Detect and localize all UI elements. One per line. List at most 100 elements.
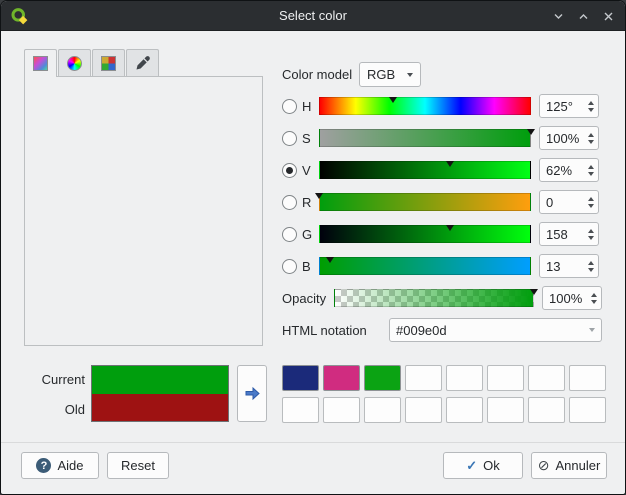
- html-notation-label: HTML notation: [282, 323, 389, 338]
- color-wheel-icon: [67, 56, 82, 71]
- saturation-value: 100%: [540, 131, 584, 146]
- blue-label: B: [302, 259, 314, 274]
- tab-color-sampler[interactable]: [126, 49, 159, 76]
- red-radio[interactable]: [282, 195, 297, 210]
- swatch-cell[interactable]: [282, 365, 319, 391]
- tab-color-box[interactable]: [24, 49, 57, 77]
- html-notation-input[interactable]: [396, 323, 589, 338]
- tab-color-wheel[interactable]: [58, 49, 91, 76]
- spin-up-icon[interactable]: [588, 197, 594, 201]
- green-handle[interactable]: [446, 225, 454, 231]
- swatch-cell[interactable]: [405, 397, 442, 423]
- swatch-cell[interactable]: [323, 365, 360, 391]
- color-model-dropdown[interactable]: RGB: [359, 62, 421, 87]
- titlebar: Select color: [1, 1, 625, 31]
- swatch-cell[interactable]: [446, 365, 483, 391]
- swatch-cell[interactable]: [487, 365, 524, 391]
- swatch-cell[interactable]: [569, 397, 606, 423]
- spin-up-icon[interactable]: [588, 133, 594, 137]
- swatch-cell[interactable]: [528, 365, 565, 391]
- footer-separator: [1, 442, 625, 443]
- spin-down-icon[interactable]: [591, 300, 597, 304]
- saturation-slider[interactable]: [319, 129, 531, 147]
- color-swatches-icon: [101, 56, 116, 71]
- reset-button[interactable]: Reset: [107, 452, 169, 479]
- spin-down-icon[interactable]: [588, 204, 594, 208]
- hue-slider[interactable]: [319, 97, 531, 115]
- spin-down-icon[interactable]: [588, 236, 594, 240]
- window-title: Select color: [1, 1, 625, 31]
- help-button-label: Aide: [57, 458, 83, 473]
- red-spinbox[interactable]: 0: [539, 190, 599, 214]
- maximize-icon[interactable]: [576, 9, 590, 23]
- help-button[interactable]: ? Aide: [21, 452, 99, 479]
- opacity-handle[interactable]: [530, 289, 538, 295]
- cancel-button[interactable]: ⊘ Annuler: [531, 452, 607, 479]
- hue-handle[interactable]: [389, 97, 397, 103]
- saturation-spinbox[interactable]: 100%: [539, 126, 599, 150]
- hue-label: H: [302, 99, 314, 114]
- opacity-label: Opacity: [282, 291, 326, 306]
- red-slider[interactable]: [319, 193, 531, 211]
- value-spinbox[interactable]: 62%: [539, 158, 599, 182]
- saturation-handle[interactable]: [527, 129, 535, 135]
- red-handle[interactable]: [315, 193, 323, 199]
- spin-up-icon[interactable]: [588, 165, 594, 169]
- red-label: R: [302, 195, 314, 210]
- value-radio[interactable]: [282, 163, 297, 178]
- green-spinbox[interactable]: 158: [539, 222, 599, 246]
- swatch-cell[interactable]: [487, 397, 524, 423]
- blue-radio[interactable]: [282, 259, 297, 274]
- add-to-swatches-button[interactable]: [237, 365, 267, 422]
- red-track: [319, 193, 531, 211]
- swatch-cell[interactable]: [364, 397, 401, 423]
- hue-radio[interactable]: [282, 99, 297, 114]
- spin-down-icon[interactable]: [588, 268, 594, 272]
- check-icon: ✓: [466, 458, 477, 474]
- close-icon[interactable]: [601, 9, 615, 23]
- blue-handle[interactable]: [326, 257, 334, 263]
- swatch-cell[interactable]: [323, 397, 360, 423]
- green-radio[interactable]: [282, 227, 297, 242]
- channel-row-h: H 125°: [282, 94, 602, 118]
- saturation-radio[interactable]: [282, 131, 297, 146]
- tab-color-swatches[interactable]: [92, 49, 125, 76]
- spin-arrows: [587, 287, 601, 309]
- spin-up-icon[interactable]: [591, 293, 597, 297]
- swatch-cell[interactable]: [282, 397, 319, 423]
- swatch-cell[interactable]: [405, 365, 442, 391]
- value-handle[interactable]: [446, 161, 454, 167]
- ok-button[interactable]: ✓ Ok: [443, 452, 523, 479]
- opacity-spinbox[interactable]: 100%: [542, 286, 602, 310]
- color-controls: Color model RGB H 125° S: [282, 62, 602, 350]
- html-menu-icon[interactable]: [589, 328, 595, 332]
- blue-slider[interactable]: [319, 257, 531, 275]
- blue-spinbox[interactable]: 13: [539, 254, 599, 278]
- hue-spinbox[interactable]: 125°: [539, 94, 599, 118]
- html-notation-field[interactable]: [389, 318, 602, 342]
- help-icon: ?: [36, 458, 51, 473]
- spin-up-icon[interactable]: [588, 229, 594, 233]
- spin-down-icon[interactable]: [588, 108, 594, 112]
- swatch-cell[interactable]: [364, 365, 401, 391]
- cancel-button-label: Annuler: [555, 458, 600, 473]
- value-value: 62%: [540, 163, 584, 178]
- spin-down-icon[interactable]: [588, 172, 594, 176]
- old-color-swatch: [92, 394, 228, 422]
- value-slider[interactable]: [319, 161, 531, 179]
- roll-down-icon[interactable]: [551, 9, 565, 23]
- spin-up-icon[interactable]: [588, 261, 594, 265]
- color-sampler-icon: [135, 55, 151, 71]
- channel-row-v: V 62%: [282, 158, 602, 182]
- color-model-value: RGB: [367, 67, 395, 82]
- swatch-cell[interactable]: [528, 397, 565, 423]
- spin-down-icon[interactable]: [588, 140, 594, 144]
- swatch-cell[interactable]: [569, 365, 606, 391]
- green-track: [319, 225, 531, 243]
- opacity-slider[interactable]: [334, 289, 534, 307]
- green-slider[interactable]: [319, 225, 531, 243]
- channel-row-b: B 13: [282, 254, 602, 278]
- swatch-cell[interactable]: [446, 397, 483, 423]
- red-value: 0: [540, 195, 584, 210]
- spin-up-icon[interactable]: [588, 101, 594, 105]
